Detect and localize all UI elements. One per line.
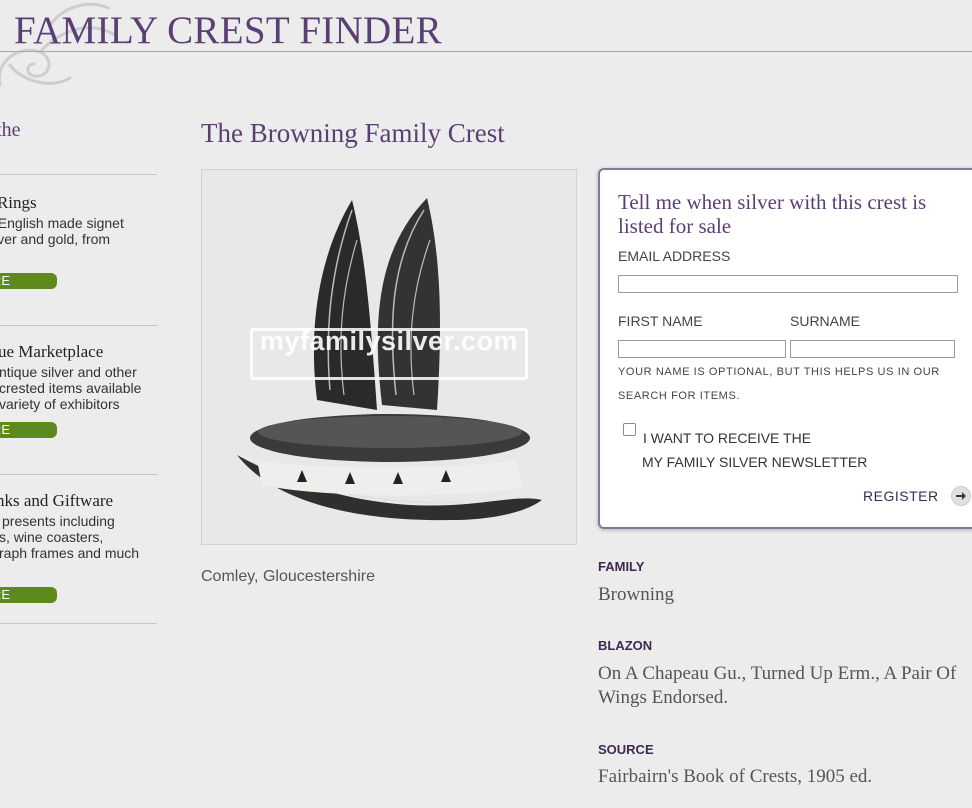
- family-value: Browning: [598, 584, 674, 605]
- sidebar-item-title[interactable]: nks and Giftware: [0, 491, 157, 511]
- crest-image: myfamilysilver.com: [201, 169, 577, 545]
- sidebar-desc-line: s, wine coasters,: [0, 529, 104, 545]
- sidebar-item-desc: ntique silver and other crested items av…: [0, 364, 157, 412]
- crest-location: Comley, Gloucestershire: [201, 568, 375, 585]
- email-label: EMAIL ADDRESS: [618, 248, 731, 264]
- sidebar-heading: vith the rest: [0, 118, 157, 175]
- source-label: SOURCE: [598, 742, 654, 757]
- sidebar-heading-line: vith the: [0, 119, 21, 141]
- register-label: REGISTER: [863, 488, 939, 504]
- sidebar-desc-line: crested items available: [0, 380, 142, 396]
- sidebar-item-desc: : English made signet silver and gold, f…: [0, 215, 157, 263]
- sidebar-item-desc: presents including s, wine coasters, rap…: [0, 513, 157, 561]
- sidebar-desc-line: [0, 247, 157, 263]
- arrow-right-circle-icon: [950, 486, 971, 506]
- name-optional-note: YOUR NAME IS OPTIONAL, BUT THIS HELPS US…: [618, 360, 948, 408]
- header-divider: [0, 51, 972, 52]
- blazon-value: On A Chapeau Gu., Turned Up Erm., A Pair…: [598, 663, 957, 708]
- crest-alert-form: Tell me when silver with this crest is l…: [598, 168, 972, 529]
- view-more-button-marketplace[interactable]: V MORE: [0, 422, 57, 438]
- note-line: YOUR NAME IS OPTIONAL, BUT THIS HELPS US…: [618, 366, 940, 378]
- email-field[interactable]: [618, 275, 958, 293]
- sidebar-desc-line: presents including: [2, 513, 115, 529]
- blazon-label: BLAZON: [598, 638, 653, 653]
- sidebar-item-title[interactable]: ue Marketplace: [0, 342, 157, 362]
- first-name-field[interactable]: [618, 340, 786, 358]
- first-name-label: FIRST NAME: [618, 313, 703, 329]
- sidebar-heading-line: rest: [0, 142, 157, 166]
- sidebar-desc-line: raph frames and much: [0, 545, 140, 561]
- sidebar: vith the rest t Rings : English made sig…: [0, 118, 157, 624]
- newsletter-checkbox[interactable]: [623, 423, 636, 436]
- view-more-button-rings[interactable]: V MORE: [0, 273, 57, 289]
- newsletter-label-line: I WANT TO RECEIVE THE: [643, 430, 812, 446]
- view-more-button-giftware[interactable]: V MORE: [0, 587, 57, 603]
- family-label: FAMILY: [598, 559, 645, 574]
- register-button[interactable]: REGISTER: [863, 484, 971, 508]
- newsletter-label[interactable]: I WANT TO RECEIVE THE MY FAMILY SILVER N…: [642, 426, 883, 474]
- sidebar-item-title[interactable]: t Rings: [0, 193, 157, 213]
- alert-form-title: Tell me when silver with this crest is l…: [618, 190, 927, 238]
- sidebar-desc-line: : English made signet: [0, 215, 124, 231]
- watermark-text: myfamilysilver.com: [259, 326, 519, 356]
- sidebar-desc-line: ntique silver and other: [0, 364, 137, 380]
- note-line: SEARCH FOR ITEMS.: [618, 390, 741, 402]
- sidebar-item-marketplace: ue Marketplace ntique silver and other c…: [0, 342, 157, 475]
- sidebar-desc-line: silver and gold, from: [0, 231, 111, 247]
- site-title[interactable]: FAMILY CREST FINDER: [14, 8, 442, 53]
- source-value: Fairbairn's Book of Crests, 1905 ed.: [598, 766, 873, 787]
- page-title: The Browning Family Crest: [201, 118, 505, 148]
- newsletter-label-line: MY FAMILY SILVER NEWSLETTER: [642, 454, 868, 470]
- surname-label: SURNAME: [790, 313, 861, 329]
- sidebar-item-rings: t Rings : English made signet silver and…: [0, 193, 157, 326]
- sidebar-desc-line: variety of exhibitors: [0, 396, 120, 412]
- surname-field[interactable]: [790, 340, 955, 358]
- sidebar-item-giftware: nks and Giftware presents including s, w…: [0, 491, 157, 624]
